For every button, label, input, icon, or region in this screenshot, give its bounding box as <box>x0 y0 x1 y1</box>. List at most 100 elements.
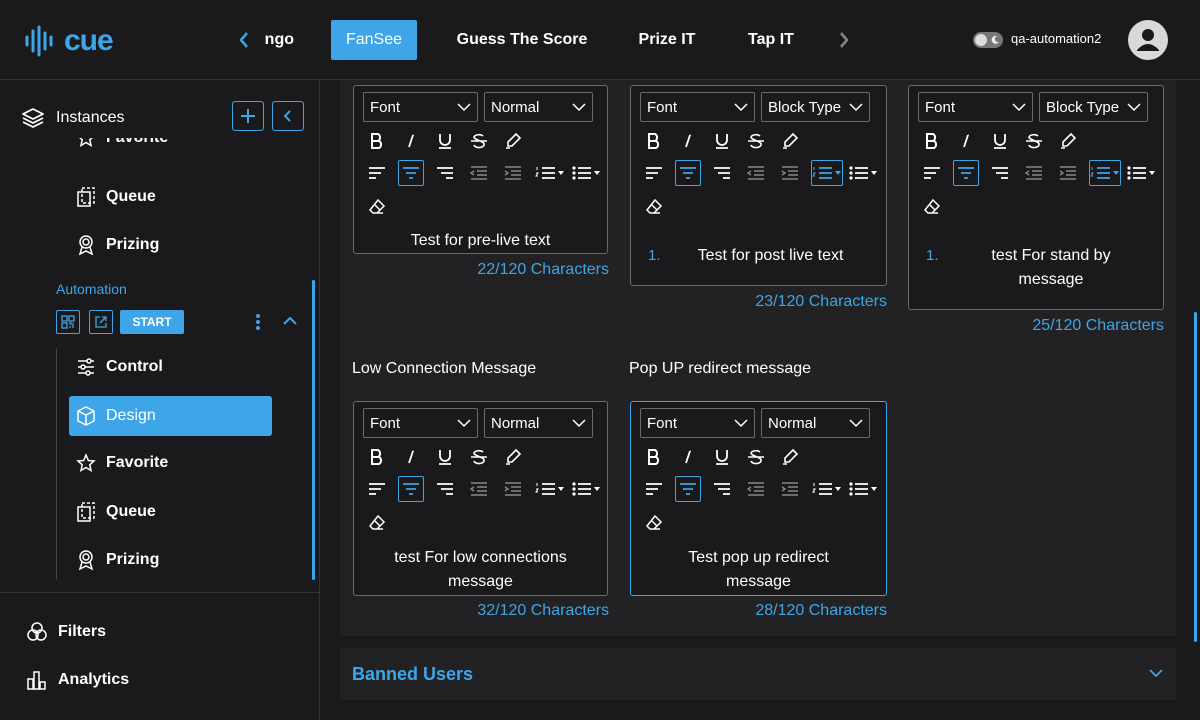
underline-button[interactable] <box>432 128 458 154</box>
sidebar-item-favorite-top[interactable]: Favorite <box>76 138 168 148</box>
banned-users-section[interactable]: Banned Users <box>340 648 1176 700</box>
font-select[interactable]: Font <box>918 92 1033 122</box>
ordered-list-button[interactable] <box>534 476 566 502</box>
indent-button[interactable] <box>777 160 803 186</box>
editor-pre-live[interactable]: Font Normal Test for pre-live text <box>353 85 608 254</box>
align-right-button[interactable] <box>432 476 458 502</box>
underline-button[interactable] <box>709 444 735 470</box>
font-select[interactable]: Font <box>640 92 755 122</box>
bold-button[interactable] <box>919 128 945 154</box>
align-right-button[interactable] <box>709 476 735 502</box>
unordered-list-button[interactable] <box>570 160 602 186</box>
qr-button[interactable] <box>56 310 80 334</box>
sidebar-item-design-active[interactable]: Design <box>69 396 272 436</box>
unordered-list-button[interactable] <box>570 476 602 502</box>
underline-button[interactable] <box>432 444 458 470</box>
font-select[interactable]: Font <box>363 408 478 438</box>
tab-prize-it[interactable]: Prize IT <box>632 20 702 60</box>
ordered-list-button[interactable] <box>811 160 843 186</box>
italic-button[interactable] <box>398 444 424 470</box>
align-center-button[interactable] <box>675 476 701 502</box>
align-center-button[interactable] <box>398 160 424 186</box>
align-right-button[interactable] <box>987 160 1013 186</box>
sidebar-item-design[interactable]: Design <box>76 405 156 427</box>
highlight-button[interactable] <box>777 128 803 154</box>
align-left-button[interactable] <box>364 160 390 186</box>
font-select[interactable]: Font <box>363 92 478 122</box>
align-left-button[interactable] <box>641 476 667 502</box>
align-right-button[interactable] <box>709 160 735 186</box>
strikethrough-button[interactable] <box>743 128 769 154</box>
block-type-select[interactable]: Normal <box>484 92 593 122</box>
editor-text[interactable]: Test for post live text <box>631 244 886 268</box>
strikethrough-button[interactable] <box>466 128 492 154</box>
outdent-button[interactable] <box>1021 160 1047 186</box>
tab-guess-the-score[interactable]: Guess The Score <box>447 20 597 60</box>
ordered-list-button[interactable] <box>534 160 566 186</box>
more-vertical-icon[interactable] <box>254 313 262 331</box>
indent-button[interactable] <box>500 160 526 186</box>
align-right-button[interactable] <box>432 160 458 186</box>
tab-fansee[interactable]: FanSee <box>331 20 417 60</box>
outdent-button[interactable] <box>743 476 769 502</box>
align-center-button[interactable] <box>675 160 701 186</box>
strikethrough-button[interactable] <box>743 444 769 470</box>
unordered-list-button[interactable] <box>1125 160 1157 186</box>
indent-button[interactable] <box>500 476 526 502</box>
sidebar-instances[interactable]: Instances <box>20 106 124 130</box>
highlight-button[interactable] <box>1055 128 1081 154</box>
editor-text[interactable]: Test for pre-live text <box>354 229 607 253</box>
tab-ngo[interactable]: ngo <box>262 20 302 60</box>
bold-button[interactable] <box>641 128 667 154</box>
unordered-list-button[interactable] <box>847 160 879 186</box>
bold-button[interactable] <box>364 128 390 154</box>
tab-tap-it[interactable]: Tap IT <box>740 20 802 60</box>
sidebar-item-prizing-top[interactable]: Prizing <box>76 234 159 256</box>
chevron-down-icon[interactable] <box>1148 668 1164 678</box>
tabs-next-icon[interactable] <box>838 30 850 50</box>
app-logo[interactable]: cue <box>24 24 114 58</box>
start-button[interactable]: START <box>120 310 184 334</box>
align-left-button[interactable] <box>364 476 390 502</box>
sidebar-item-favorite[interactable]: Favorite <box>76 453 168 473</box>
underline-button[interactable] <box>709 128 735 154</box>
open-external-button[interactable] <box>89 310 113 334</box>
block-type-select[interactable]: Block Type <box>761 92 870 122</box>
theme-toggle[interactable] <box>973 32 1003 48</box>
tabs-prev-icon[interactable] <box>238 30 250 50</box>
align-left-button[interactable] <box>919 160 945 186</box>
clear-format-button[interactable] <box>641 194 667 220</box>
align-center-button[interactable] <box>953 160 979 186</box>
strikethrough-button[interactable] <box>466 444 492 470</box>
sidebar-item-queue-top[interactable]: Queue <box>76 186 156 208</box>
outdent-button[interactable] <box>743 160 769 186</box>
sidebar-item-control[interactable]: Control <box>76 357 163 377</box>
ordered-list-button[interactable] <box>1089 160 1121 186</box>
outdent-button[interactable] <box>466 476 492 502</box>
outdent-button[interactable] <box>466 160 492 186</box>
indent-button[interactable] <box>1055 160 1081 186</box>
sidebar-item-queue[interactable]: Queue <box>76 501 156 523</box>
highlight-button[interactable] <box>777 444 803 470</box>
bold-button[interactable] <box>641 444 667 470</box>
sidebar-item-prizing[interactable]: Prizing <box>76 549 159 571</box>
indent-button[interactable] <box>777 476 803 502</box>
collapse-sidebar-button[interactable] <box>272 101 304 131</box>
block-type-select[interactable]: Normal <box>761 408 870 438</box>
sidebar-analytics[interactable]: Analytics <box>26 669 129 691</box>
sidebar-filters[interactable]: Filters <box>26 621 106 643</box>
font-select[interactable]: Font <box>640 408 755 438</box>
italic-button[interactable] <box>398 128 424 154</box>
avatar[interactable] <box>1128 20 1168 60</box>
editor-post-live[interactable]: Font Block Type 1. Test for post live te… <box>630 85 887 286</box>
italic-button[interactable] <box>675 128 701 154</box>
block-type-select[interactable]: Block Type <box>1039 92 1148 122</box>
editor-text[interactable]: test For stand by message <box>909 244 1163 292</box>
strikethrough-button[interactable] <box>1021 128 1047 154</box>
bold-button[interactable] <box>364 444 390 470</box>
ordered-list-button[interactable] <box>811 476 843 502</box>
underline-button[interactable] <box>987 128 1013 154</box>
unordered-list-button[interactable] <box>847 476 879 502</box>
italic-button[interactable] <box>953 128 979 154</box>
highlight-button[interactable] <box>500 128 526 154</box>
